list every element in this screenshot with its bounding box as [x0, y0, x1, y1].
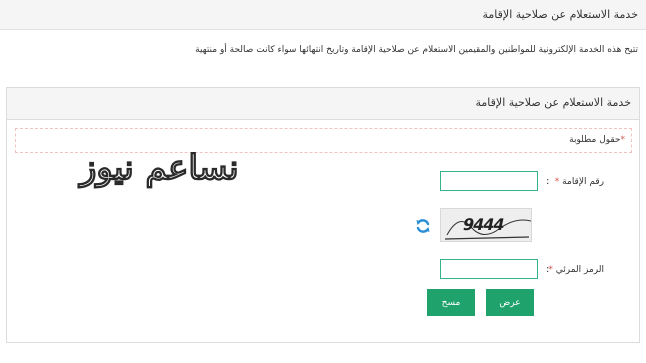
- colon: :: [546, 264, 550, 275]
- iqama-number-input[interactable]: [440, 171, 538, 191]
- inquiry-panel: خدمة الاستعلام عن صلاحية الإقامة *حقول م…: [6, 87, 640, 343]
- iqama-label-text: رقم الإقامة: [562, 177, 604, 187]
- captcha-label-text: الرمز المرئي: [555, 265, 604, 275]
- captcha-label: الرمز المرئي *: [548, 265, 604, 275]
- page-title: خدمة الاستعلام عن صلاحية الإقامة: [482, 8, 638, 21]
- required-note-label: حقول مطلوبة: [569, 135, 621, 145]
- service-description: تتيح هذه الخدمة الإلكترونية للمواطنين وا…: [195, 45, 638, 55]
- captcha-input[interactable]: [440, 259, 538, 279]
- clear-button[interactable]: مسح: [427, 289, 475, 316]
- required-fields-text: *حقول مطلوبة: [569, 135, 625, 145]
- iqama-number-label: رقم الإقامة *: [555, 177, 604, 187]
- required-star: *: [620, 135, 626, 145]
- panel-title: خدمة الاستعلام عن صلاحية الإقامة: [475, 96, 631, 109]
- captcha-text: 9444: [460, 215, 506, 234]
- required-star: *: [554, 177, 560, 187]
- refresh-icon[interactable]: [415, 218, 431, 234]
- watermark-logo: نساعم نيوز: [79, 147, 239, 188]
- page-header: خدمة الاستعلام عن صلاحية الإقامة: [0, 0, 646, 30]
- panel-heading: خدمة الاستعلام عن صلاحية الإقامة: [7, 88, 639, 120]
- captcha-image: 9444: [440, 208, 532, 242]
- colon: :: [546, 176, 550, 187]
- view-button[interactable]: عرض: [486, 289, 534, 316]
